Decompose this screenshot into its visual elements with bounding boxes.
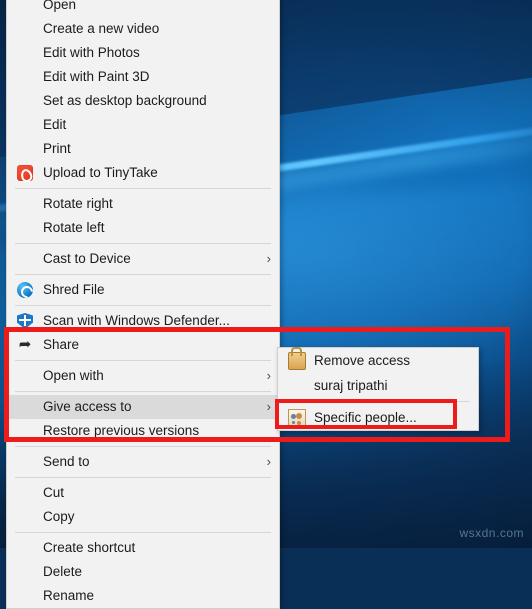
menu-item-open[interactable]: Open (7, 0, 279, 17)
menu-item-share[interactable]: ➦ Share (7, 333, 279, 357)
menu-separator (15, 391, 271, 392)
menu-item-label: Rotate right (43, 196, 113, 211)
menu-item-scan-with-windows-defender[interactable]: Scan with Windows Defender... (7, 309, 279, 333)
menu-item-label: Create a new video (43, 21, 160, 36)
menu-item-label: Rotate left (43, 220, 105, 235)
menu-item-rotate-right[interactable]: Rotate right (7, 192, 279, 216)
menu-separator (15, 360, 271, 361)
menu-item-create-shortcut[interactable]: Create shortcut (7, 536, 279, 560)
menu-item-label: Shred File (43, 282, 105, 297)
menu-separator (15, 243, 271, 244)
menu-separator (15, 305, 271, 306)
submenu-item-label: Specific people... (314, 410, 417, 425)
menu-item-label: Edit with Paint 3D (43, 69, 150, 84)
menu-item-shred-file[interactable]: Shred File (7, 278, 279, 302)
menu-item-give-access-to[interactable]: Give access to › (7, 395, 279, 419)
share-icon: ➦ (18, 336, 32, 353)
lock-icon (288, 347, 306, 370)
menu-item-label: Delete (43, 564, 83, 579)
chevron-right-icon: › (266, 368, 271, 383)
menu-item-delete[interactable]: Delete (7, 560, 279, 584)
menu-item-upload-to-tinytake[interactable]: Upload to TinyTake (7, 161, 279, 185)
menu-item-label: Restore previous versions (43, 423, 200, 438)
menu-item-label: Copy (43, 509, 75, 524)
file-context-menu[interactable]: Open Create a new video Edit with Photos… (6, 0, 280, 609)
menu-item-cast-to-device[interactable]: Cast to Device › (7, 247, 279, 271)
menu-item-create-a-new-video[interactable]: Create a new video (7, 17, 279, 41)
menu-item-label: Open with (43, 368, 104, 383)
menu-item-label: Print (43, 141, 71, 156)
submenu-item-remove-access[interactable]: Remove access (278, 347, 478, 373)
menu-item-label: Cast to Device (43, 251, 131, 266)
menu-item-label: Edit with Photos (43, 45, 140, 60)
menu-item-send-to[interactable]: Send to › (7, 450, 279, 474)
menu-item-label: Edit (43, 117, 67, 132)
submenu-item-label: suraj tripathi (314, 378, 388, 393)
menu-item-label: Rename (43, 588, 95, 603)
give-access-to-submenu[interactable]: Remove access suraj tripathi Specific pe… (277, 347, 479, 431)
menu-item-rename[interactable]: Rename (7, 584, 279, 608)
menu-item-label: Scan with Windows Defender... (43, 313, 230, 328)
menu-item-label: Send to (43, 454, 90, 469)
chevron-right-icon: › (266, 399, 271, 414)
menu-separator (15, 532, 271, 533)
menu-item-edit-with-paint-3d[interactable]: Edit with Paint 3D (7, 65, 279, 89)
chevron-right-icon: › (266, 454, 271, 469)
shred-icon (17, 282, 33, 298)
tinytake-icon (17, 165, 33, 181)
menu-item-print[interactable]: Print (7, 137, 279, 161)
menu-item-restore-previous-versions[interactable]: Restore previous versions (7, 419, 279, 443)
menu-item-label: Set as desktop background (43, 93, 207, 108)
menu-item-rotate-left[interactable]: Rotate left (7, 216, 279, 240)
menu-item-edit[interactable]: Edit (7, 113, 279, 137)
menu-item-set-as-desktop-background[interactable]: Set as desktop background (7, 89, 279, 113)
site-watermark: wsxdn.com (459, 526, 524, 540)
submenu-item-label: Remove access (314, 353, 411, 368)
shield-icon (17, 313, 33, 329)
chevron-right-icon: › (266, 251, 271, 266)
menu-item-label: Upload to TinyTake (43, 165, 158, 180)
menu-item-open-with[interactable]: Open with › (7, 364, 279, 388)
menu-item-edit-with-photos[interactable]: Edit with Photos (7, 41, 279, 65)
menu-separator (15, 446, 271, 447)
menu-separator (15, 274, 271, 275)
menu-item-label: Cut (43, 485, 65, 500)
submenu-item-suraj-tripathi[interactable]: suraj tripathi (278, 373, 478, 398)
menu-separator (15, 477, 271, 478)
submenu-item-specific-people[interactable]: Specific people... (278, 405, 478, 430)
menu-item-label: Give access to (43, 399, 132, 414)
menu-item-label: Open (43, 0, 77, 12)
menu-item-cut[interactable]: Cut (7, 481, 279, 505)
people-icon (288, 409, 306, 427)
menu-separator (15, 188, 271, 189)
submenu-separator (286, 401, 470, 402)
menu-item-copy[interactable]: Copy (7, 505, 279, 529)
menu-item-label: Share (43, 337, 80, 352)
